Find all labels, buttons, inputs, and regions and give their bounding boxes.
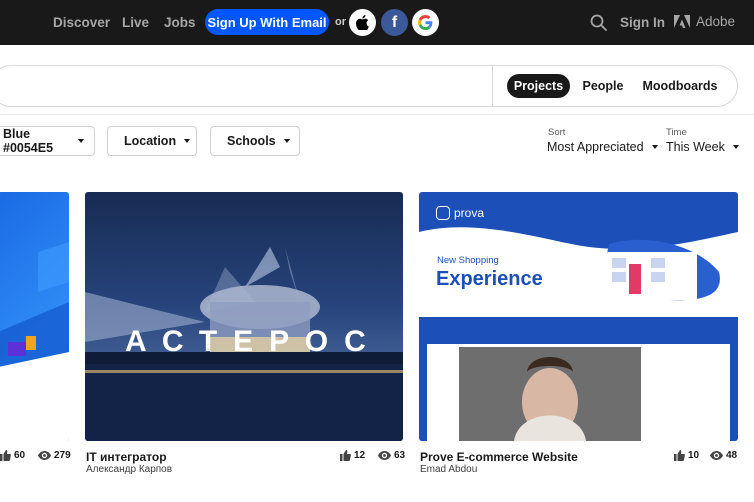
adobe-link[interactable]: Adobe (674, 14, 735, 29)
chevron-down-icon (78, 139, 84, 143)
time-dropdown[interactable]: This Week (666, 140, 739, 154)
facebook-signin-button[interactable]: f (381, 9, 408, 36)
sort-label: Sort (548, 127, 566, 138)
divider (0, 114, 754, 115)
card-tagline: New Shopping (437, 255, 499, 266)
apple-signin-button[interactable] (349, 9, 376, 36)
thumbs-up-icon (674, 450, 685, 461)
project-owner[interactable]: Александр Карпов (86, 464, 172, 475)
project-title[interactable]: Prove E-commerce Website (420, 450, 578, 464)
tab-projects[interactable]: Projects (507, 74, 570, 98)
isometric-illustration (0, 242, 69, 441)
like-count: 10 (674, 450, 699, 461)
website-mockup (419, 227, 738, 441)
google-icon (418, 15, 433, 30)
nav-jobs[interactable]: Jobs (164, 15, 196, 30)
apple-icon (356, 15, 369, 30)
thumbs-up-icon (340, 450, 351, 461)
time-value: This Week (666, 140, 725, 154)
eye-icon (38, 451, 51, 460)
top-navbar: Discover Live Jobs Sign Up With Email or… (0, 0, 754, 45)
sort-dropdown[interactable]: Most Appreciated (547, 140, 658, 154)
adobe-logo-icon (674, 15, 690, 28)
nav-discover[interactable]: Discover (53, 15, 110, 30)
signup-email-button[interactable]: Sign Up With Email (205, 9, 329, 35)
project-card-image[interactable]: АСТЕРОС (85, 192, 403, 441)
building-photo (85, 247, 403, 441)
adobe-label: Adobe (696, 14, 736, 29)
view-count: 48 (710, 450, 737, 461)
location-filter-label: Location (124, 134, 177, 148)
project-card-image[interactable] (0, 192, 69, 441)
color-filter-dropdown[interactable]: Blue #0054E5 (0, 126, 95, 156)
google-signin-button[interactable] (412, 9, 439, 36)
schools-filter-dropdown[interactable]: Schools (210, 126, 300, 156)
card-headline: Experience (436, 268, 543, 290)
time-label: Time (666, 127, 687, 138)
chevron-down-icon (283, 139, 290, 143)
project-owner[interactable]: Emad Abdou (420, 464, 477, 475)
facebook-icon: f (391, 13, 398, 31)
search-input[interactable] (0, 65, 738, 107)
search-icon[interactable] (590, 14, 607, 31)
brand-name: prova (454, 206, 485, 220)
brand-logo-icon (436, 206, 450, 220)
tab-moodboards[interactable]: Moodboards (640, 74, 720, 98)
signin-link[interactable]: Sign In (620, 15, 665, 30)
eye-icon (710, 451, 723, 460)
view-count: 279 (38, 450, 71, 461)
search-divider (492, 65, 493, 107)
card-overlay-text: АСТЕРОС (125, 325, 382, 358)
thumbs-up-icon (0, 450, 11, 461)
brand-logo: prova (436, 206, 484, 220)
location-filter-dropdown[interactable]: Location (107, 126, 197, 156)
chevron-down-icon (184, 139, 191, 143)
schools-filter-label: Schools (227, 134, 276, 148)
nav-live[interactable]: Live (122, 15, 149, 30)
sort-value: Most Appreciated (547, 140, 644, 154)
eye-icon (378, 451, 391, 460)
or-label: or (335, 16, 346, 28)
project-title[interactable]: IT интегратор (86, 450, 167, 464)
tab-people[interactable]: People (580, 74, 626, 98)
like-count: 60 (0, 450, 25, 461)
view-count: 63 (378, 450, 405, 461)
chevron-down-icon (732, 145, 739, 149)
project-card-image[interactable]: prova New Shopping Experience (419, 192, 738, 441)
like-count: 12 (340, 450, 365, 461)
chevron-down-icon (651, 145, 658, 149)
color-filter-label: Blue #0054E5 (3, 127, 54, 155)
